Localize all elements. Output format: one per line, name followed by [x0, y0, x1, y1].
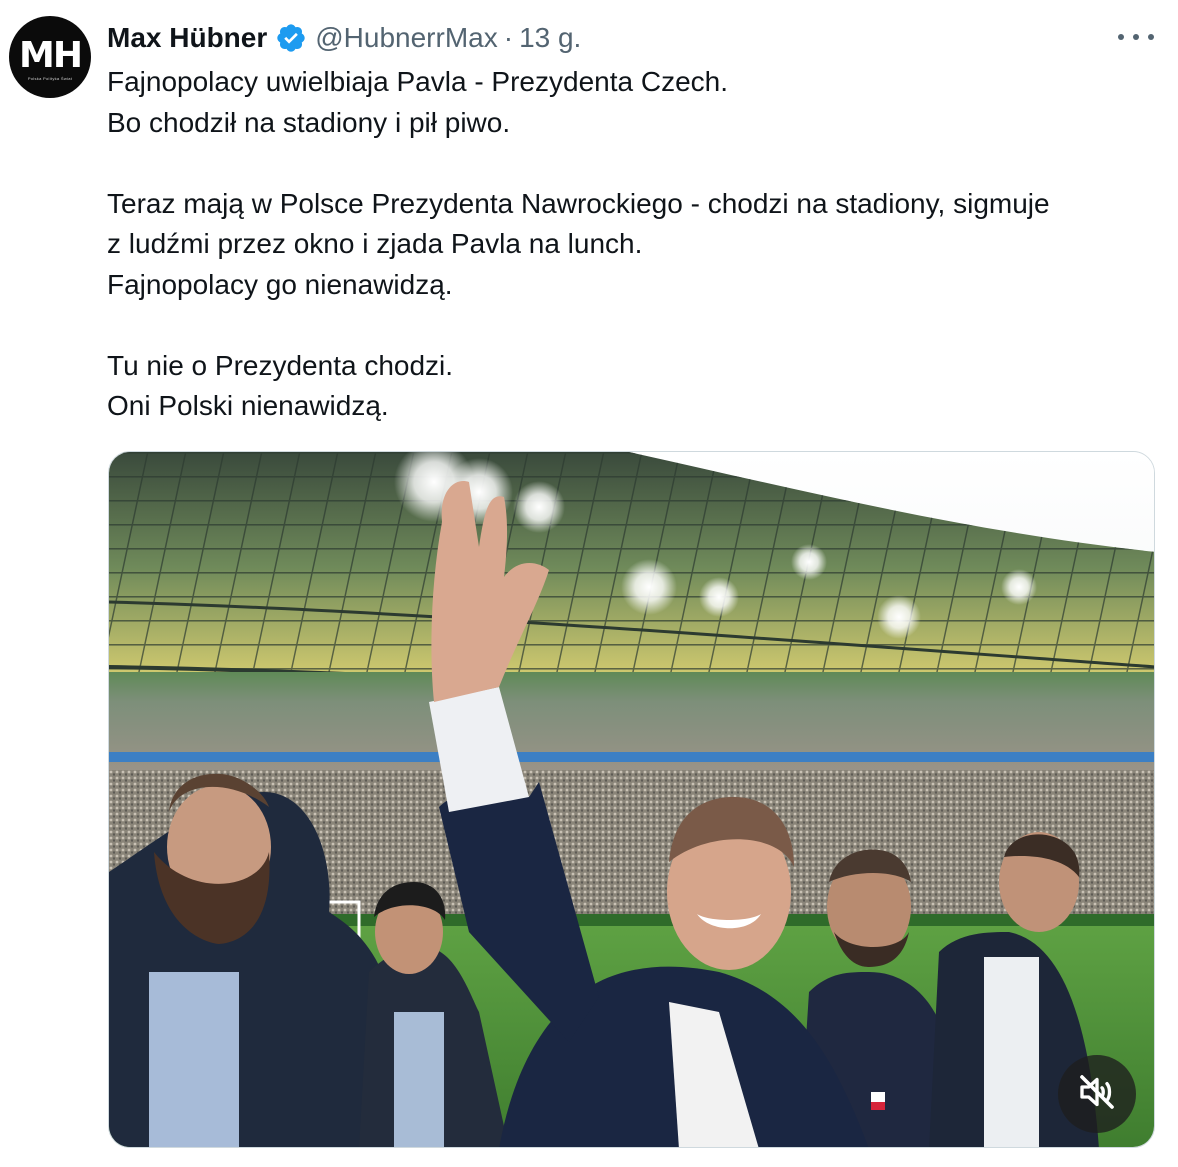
muted-speaker-icon [1077, 1072, 1117, 1117]
more-dot [1118, 34, 1124, 40]
user-handle[interactable]: @HubnerrMax [315, 22, 497, 54]
more-dot [1148, 34, 1154, 40]
avatar-subtitle: Polska Polityka Świat [27, 75, 73, 81]
tweet-header: Max Hübner @HubnerrMax · 13 g. [107, 18, 581, 58]
tweet-line: Fajnopolacy uwielbiaja Pavla - Prezydent… [107, 66, 728, 97]
stadium-photo [109, 452, 1154, 1147]
tweet-line: Fajnopolacy go nienawidzą. [107, 268, 453, 300]
tweet-line: z ludźmi przez okno i zjada Pavla na lun… [107, 228, 643, 259]
header-separator: · [503, 22, 514, 53]
more-options-icon[interactable] [1118, 22, 1154, 52]
tweet-line: Tu nie o Prezydenta chodzi. [107, 349, 454, 381]
tweet-line: Oni Polski nienawidzą. [107, 390, 389, 421]
avatar-initials: MH [19, 34, 83, 76]
tweet-media-video[interactable] [108, 451, 1155, 1148]
tweet-text: Fajnopolacy uwielbiaja Pavla - Prezydent… [107, 62, 1167, 427]
mute-toggle-button[interactable] [1058, 1055, 1136, 1133]
verified-badge-icon[interactable] [275, 22, 307, 54]
tweet-timestamp[interactable]: 13 g. [519, 22, 581, 54]
avatar[interactable]: MH Polska Polityka Świat [9, 16, 91, 98]
tweet-line: Teraz mają w Polsce Prezydenta Nawrockie… [107, 187, 1050, 219]
more-dot [1133, 34, 1139, 40]
tweet-line: Bo chodził na stadiony i pił piwo. [107, 106, 511, 138]
display-name[interactable]: Max Hübner [107, 22, 267, 54]
